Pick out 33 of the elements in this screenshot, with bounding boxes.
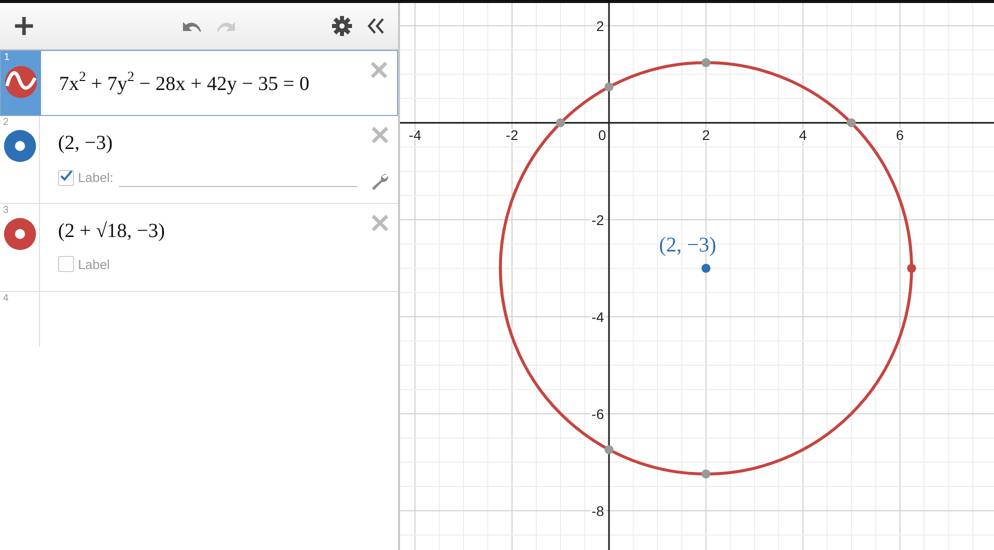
wave-icon[interactable] xyxy=(5,66,37,98)
row-number: 4 xyxy=(3,293,9,304)
x-tick-label: 6 xyxy=(896,126,904,143)
label-checkbox[interactable] xyxy=(58,170,74,186)
expression-row[interactable]: 1 7x$^{2}$ + 7y$^{2}$ − 28x + 42y − 35 = 0 xyxy=(0,50,398,116)
plus-icon[interactable] xyxy=(13,15,35,37)
double-chevron-icon[interactable] xyxy=(366,16,386,36)
row-number: 2 xyxy=(3,117,9,128)
label-text: Label: xyxy=(78,170,114,185)
x-tick-label: 0 xyxy=(598,126,606,143)
math-expression[interactable]: (2, −3) xyxy=(58,128,362,158)
row-number: 3 xyxy=(3,205,9,216)
y-tick-label: -8 xyxy=(592,502,604,519)
y-tick-label: -2 xyxy=(592,212,604,228)
point-label: (2, −3) xyxy=(658,232,716,256)
y-tick-label: -4 xyxy=(592,308,604,325)
x-tick-label: 4 xyxy=(799,126,807,143)
expression-row[interactable]: 2 (2, −3) Label: xyxy=(0,116,398,204)
point-icon[interactable] xyxy=(4,130,36,162)
x-tick-label: -2 xyxy=(506,126,518,143)
math-expression[interactable]: (2 + √18, −3) xyxy=(58,216,362,246)
expression-row[interactable]: 3 (2 + √18, −3) Label xyxy=(0,204,398,292)
point-icon[interactable] xyxy=(4,218,36,250)
row-number: 1 xyxy=(4,52,10,63)
math-expression[interactable]: 7x$^{2}$ + 7y$^{2}$ − 28x + 42y − 35 = 0 xyxy=(59,69,361,99)
settings-icon[interactable] xyxy=(332,16,352,36)
label-text: Label xyxy=(78,256,110,272)
label-checkbox[interactable] xyxy=(58,256,74,272)
x-tick-label: 2 xyxy=(702,126,710,143)
wrench-icon[interactable] xyxy=(370,172,390,192)
y-tick-label: 2 xyxy=(596,18,604,34)
x-tick-label: -4 xyxy=(408,126,422,143)
y-tick-label: -6 xyxy=(592,406,604,422)
